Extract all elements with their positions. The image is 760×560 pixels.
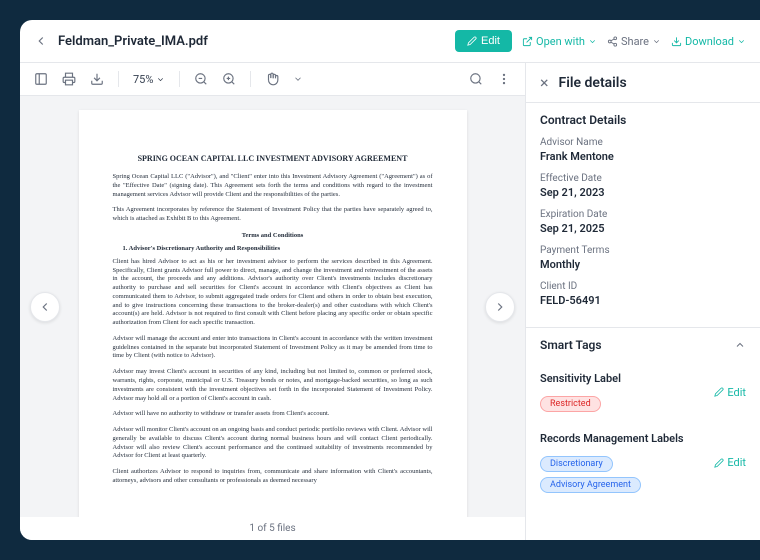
more-icon[interactable] xyxy=(497,72,511,86)
back-icon[interactable] xyxy=(34,34,48,48)
records-pill: Discretionary xyxy=(540,456,613,472)
next-page-button[interactable] xyxy=(485,292,515,322)
edit-button[interactable]: Edit xyxy=(455,30,512,52)
toolbar: 75% xyxy=(20,63,525,96)
document-viewer: 75% SPRING OCEAN CAPITAL LLC INVESTMENT … xyxy=(20,63,525,540)
edit-sensitivity-button[interactable]: Edit xyxy=(714,386,746,399)
prev-page-button[interactable] xyxy=(30,292,60,322)
sidebar-header: × File details xyxy=(526,63,760,102)
sensitivity-row: Sensitivity Label Restricted Edit xyxy=(526,362,760,422)
print-icon[interactable] xyxy=(62,72,76,86)
sensitivity-pill: Restricted xyxy=(540,396,601,412)
sidebar-toggle-icon[interactable] xyxy=(34,72,48,86)
download-icon[interactable] xyxy=(90,72,104,86)
hand-tool-icon[interactable] xyxy=(265,72,279,86)
contract-details-section: Contract Details Advisor NameFrank Mento… xyxy=(526,102,760,327)
header: Feldman_Private_IMA.pdf Edit Open with S… xyxy=(20,20,760,63)
zoom-out-icon[interactable] xyxy=(194,72,208,86)
share-button[interactable]: Share xyxy=(607,35,661,48)
chevron-down-icon[interactable] xyxy=(293,74,303,84)
sidebar: × File details Contract Details Advisor … xyxy=(525,63,760,540)
document-area: SPRING OCEAN CAPITAL LLC INVESTMENT ADVI… xyxy=(20,96,525,517)
main: 75% SPRING OCEAN CAPITAL LLC INVESTMENT … xyxy=(20,63,760,540)
open-with-button[interactable]: Open with xyxy=(522,35,597,48)
zoom-in-icon[interactable] xyxy=(222,72,236,86)
doc-title: SPRING OCEAN CAPITAL LLC INVESTMENT ADVI… xyxy=(113,154,433,163)
smart-tags-toggle[interactable]: Smart Tags xyxy=(526,327,760,362)
close-icon[interactable]: × xyxy=(540,73,549,92)
records-pill: Advisory Agreement xyxy=(540,477,641,493)
document-page: SPRING OCEAN CAPITAL LLC INVESTMENT ADVI… xyxy=(79,110,467,517)
chevron-up-icon xyxy=(734,339,746,351)
records-row: Records Management Labels Discretionary … xyxy=(526,422,760,503)
download-button[interactable]: Download xyxy=(671,35,746,48)
zoom-level[interactable]: 75% xyxy=(133,73,165,86)
sidebar-title: File details xyxy=(559,75,627,91)
page-counter: 1 of 5 files xyxy=(20,517,525,540)
search-icon[interactable] xyxy=(469,72,483,86)
filename: Feldman_Private_IMA.pdf xyxy=(58,34,445,49)
edit-records-button[interactable]: Edit xyxy=(714,456,746,469)
app-window: Feldman_Private_IMA.pdf Edit Open with S… xyxy=(20,20,760,540)
